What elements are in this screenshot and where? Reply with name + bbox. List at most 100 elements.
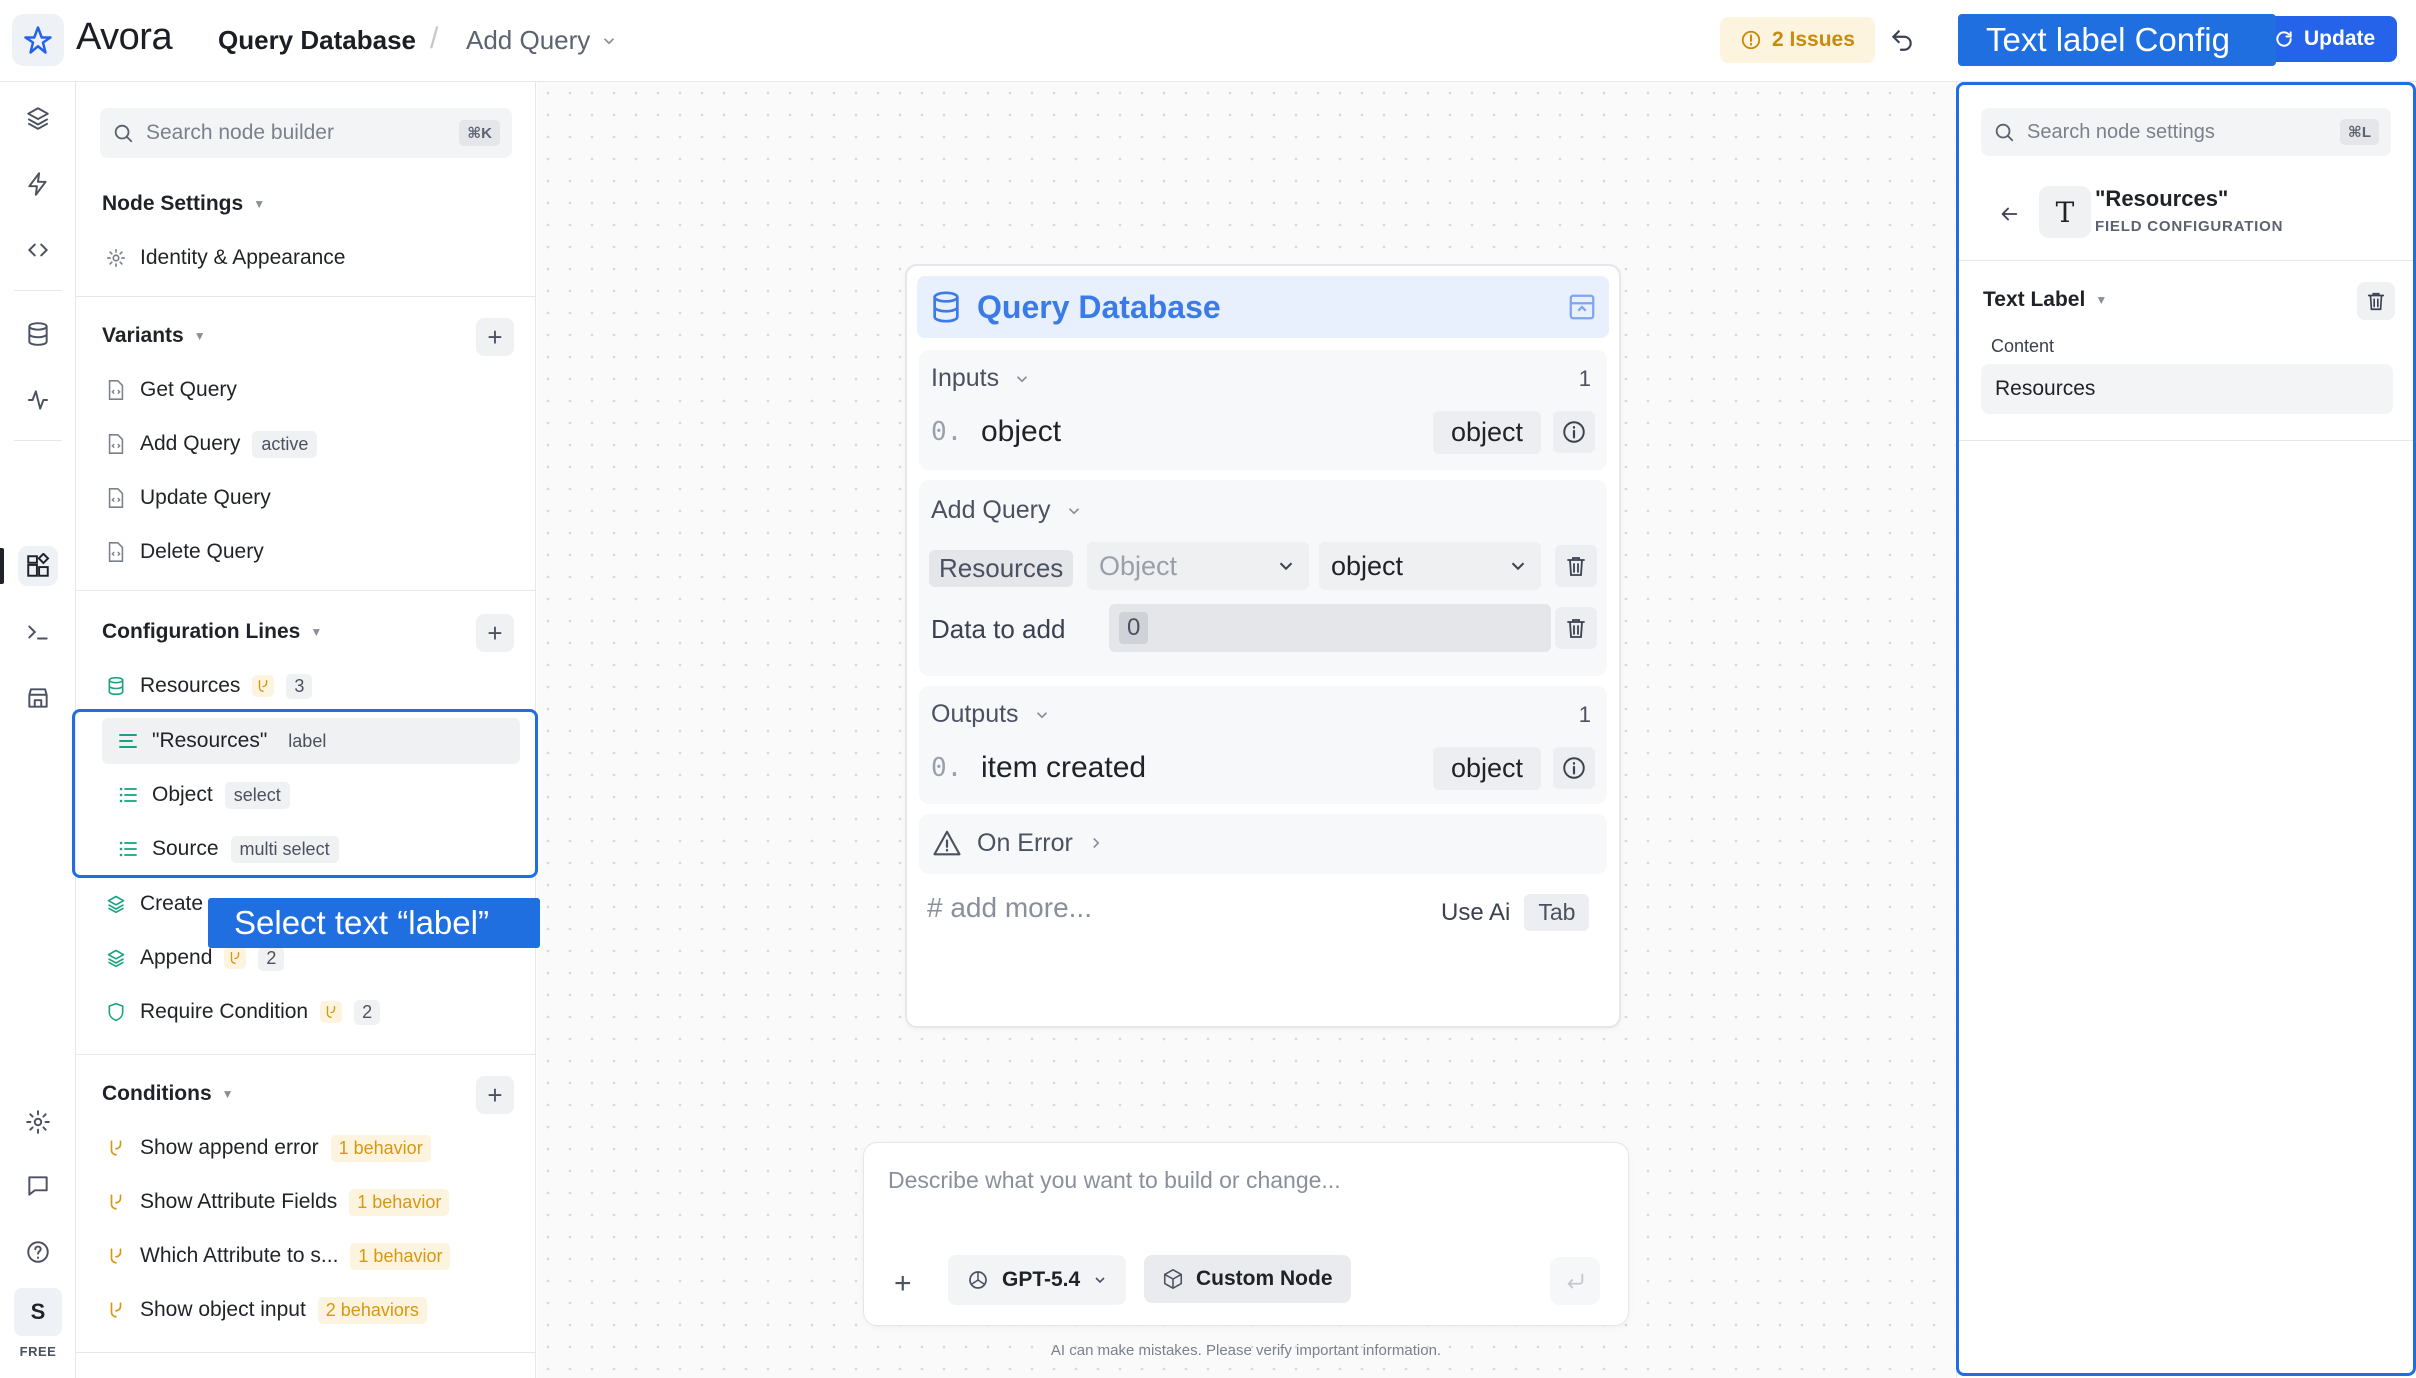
custom-node-button[interactable]: Custom Node [1144, 1255, 1351, 1303]
trash-icon[interactable] [1555, 545, 1597, 587]
section-configuration-lines[interactable]: Configuration Lines ▼ [102, 620, 322, 644]
info-icon[interactable] [1553, 411, 1595, 453]
config-line-create[interactable]: Create [104, 882, 203, 926]
lightning-icon[interactable] [18, 164, 58, 204]
info-icon[interactable] [1553, 747, 1595, 789]
field-resources-label[interactable]: "Resources" label [116, 719, 336, 763]
update-label: Update [2304, 27, 2376, 50]
terminal-icon[interactable] [18, 612, 58, 652]
config-line-resources[interactable]: Resources 3 [104, 664, 313, 708]
chat-icon[interactable] [18, 1166, 58, 1206]
update-button[interactable]: Update [2260, 16, 2398, 62]
query-database-node[interactable]: Query Database Inputs 1 0. object object… [905, 264, 1621, 1028]
add-more-input[interactable]: # add more... [927, 892, 1092, 924]
condition-show-attribute-fields[interactable]: Show Attribute Fields 1 behavior [104, 1180, 450, 1224]
variant-update-query[interactable]: Update Query [104, 476, 271, 520]
field-subtitle: FIELD CONFIGURATION [2095, 218, 2284, 235]
add-query-toggle[interactable]: Add Query [931, 496, 1083, 525]
send-button[interactable] [1550, 1257, 1600, 1305]
text-label-section-toggle[interactable]: Text Label ▼ [1983, 288, 2107, 312]
field-source-multiselect[interactable]: Source multi select [116, 827, 339, 871]
icon-rail: S FREE [0, 82, 76, 1378]
on-error-section[interactable]: On Error [919, 814, 1607, 874]
node-header[interactable]: Query Database [917, 276, 1609, 338]
use-ai-hint[interactable]: Use Ai Tab [1441, 894, 1590, 931]
data-to-add-value: 0 [1119, 612, 1149, 644]
branch-icon [104, 1298, 128, 1322]
count-badge: 2 [258, 945, 285, 971]
user-avatar[interactable]: S [14, 1288, 62, 1336]
builder-canvas[interactable]: Query Database Inputs 1 0. object object… [537, 82, 1955, 1378]
collapse-icon[interactable] [1567, 292, 1597, 322]
condition-show-object-input[interactable]: Show object input 2 behaviors [104, 1288, 427, 1332]
config-line-require-condition[interactable]: Require Condition 2 [104, 990, 381, 1034]
code-icon[interactable] [18, 230, 58, 270]
breadcrumb-node[interactable]: Query Database [218, 25, 416, 56]
undo-button[interactable] [1884, 22, 1920, 58]
search-input[interactable] [146, 121, 448, 145]
source-select-value: object [1331, 550, 1404, 581]
rail-divider [14, 290, 62, 291]
avora-logo[interactable] [12, 14, 64, 66]
database-icon[interactable] [18, 314, 58, 354]
help-icon[interactable] [18, 1232, 58, 1272]
add-query-section: Add Query Resources Object object Data t… [919, 480, 1607, 676]
warning-circle-icon [1741, 30, 1761, 50]
field-object-select[interactable]: Object select [116, 773, 290, 817]
breadcrumb-variant: Add Query [466, 25, 591, 55]
warning-triangle-icon [933, 830, 961, 856]
resources-text-label[interactable]: Resources [929, 550, 1074, 587]
plus-icon[interactable]: + [894, 1267, 912, 1301]
branch-icon [252, 675, 275, 697]
outputs-toggle[interactable]: Outputs [931, 700, 1051, 729]
add-variant-button[interactable]: + [476, 318, 514, 356]
data-to-add-input[interactable]: 0 [1109, 604, 1551, 652]
chevron-down-icon [604, 37, 615, 44]
variant-get-query[interactable]: Get Query [104, 368, 237, 412]
condition-which-attribute[interactable]: Which Attribute to s... 1 behavior [104, 1234, 451, 1278]
content-field[interactable] [1981, 364, 2393, 414]
rail-active-indicator [0, 548, 4, 584]
node-builder-search[interactable]: ⌘K [100, 108, 512, 158]
inputs-toggle[interactable]: Inputs [931, 364, 1031, 393]
port-type-chip[interactable]: object [1432, 410, 1541, 454]
item-label: Require Condition [140, 1000, 309, 1023]
settings-search-input[interactable] [2027, 120, 2328, 144]
variant-delete-query[interactable]: Delete Query [104, 530, 264, 574]
object-select[interactable]: Object [1087, 542, 1309, 590]
trash-icon[interactable] [1555, 607, 1597, 649]
store-icon[interactable] [18, 678, 58, 718]
add-condition-button[interactable]: + [476, 1076, 514, 1114]
breadcrumb-variant-dropdown[interactable]: Add Query [466, 25, 618, 56]
section-node-settings[interactable]: Node Settings ▼ [102, 192, 265, 216]
node-settings-search[interactable]: ⌘L [1981, 108, 2391, 156]
port-type-chip[interactable]: object [1432, 746, 1541, 790]
divider [76, 1054, 535, 1055]
divider [76, 1352, 535, 1353]
on-error-toggle[interactable]: On Error [931, 828, 1105, 858]
condition-show-append-error[interactable]: Show append error 1 behavior [104, 1126, 431, 1170]
variant-add-query[interactable]: Add Query active [104, 422, 318, 466]
section-conditions[interactable]: Conditions ▼ [102, 1082, 234, 1106]
output-port-row: 0. item created object [931, 744, 1595, 792]
search-icon [114, 124, 133, 143]
prompt-input[interactable] [888, 1167, 1608, 1207]
section-variants[interactable]: Variants ▼ [102, 324, 206, 348]
section-title: Conditions [102, 1082, 212, 1105]
add-configuration-line-button[interactable]: + [476, 614, 514, 652]
item-identity-appearance[interactable]: Identity & Appearance [104, 236, 345, 280]
back-arrow-icon[interactable] [1993, 198, 2025, 230]
model-selector[interactable]: GPT-5.4 [948, 1255, 1127, 1305]
content-input[interactable] [1995, 377, 2379, 401]
node-builder-icon[interactable] [18, 546, 58, 586]
source-select[interactable]: object [1319, 542, 1541, 590]
activity-icon[interactable] [18, 380, 58, 420]
settings-gear-icon[interactable] [18, 1102, 58, 1142]
layers-icon[interactable] [18, 98, 58, 138]
node-settings-panel: ⌘L T "Resources" FIELD CONFIGURATION Tex… [1956, 82, 2416, 1378]
custom-node-label: Custom Node [1196, 1267, 1333, 1290]
issues-button[interactable]: 2 Issues [1720, 17, 1875, 63]
object-select-placeholder: Object [1099, 550, 1178, 581]
divider [1957, 440, 2416, 441]
delete-field-button[interactable] [2357, 282, 2395, 320]
